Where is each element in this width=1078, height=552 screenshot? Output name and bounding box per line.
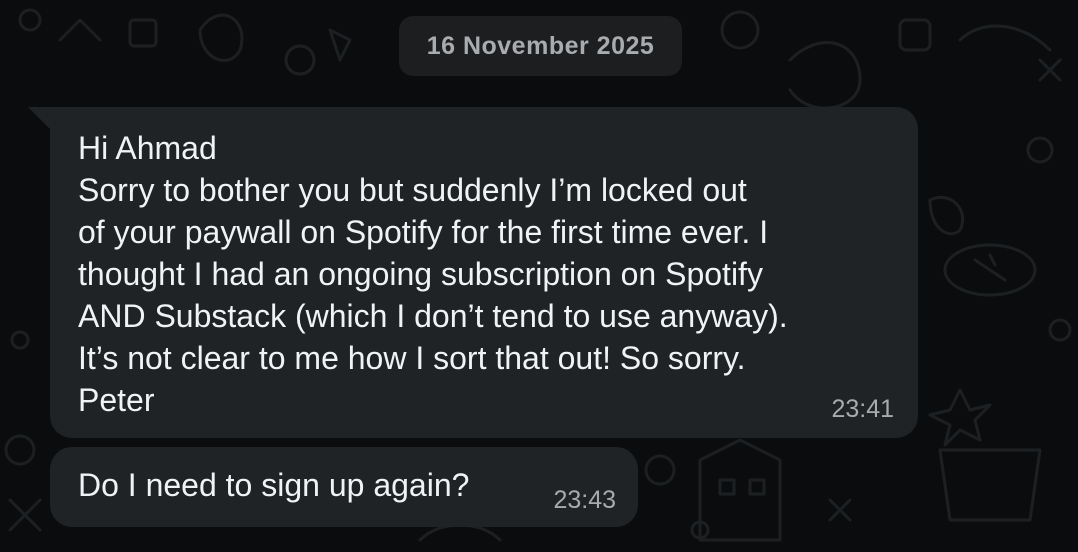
message-timestamp: 23:41: [831, 395, 894, 423]
date-separator: 16 November 2025: [399, 16, 682, 76]
message-bubble-tail: [28, 107, 52, 131]
incoming-message[interactable]: Do I need to sign up again? 23:43: [50, 447, 638, 527]
message-text: Hi Ahmad Sorry to bother you but suddenl…: [78, 130, 788, 418]
message-timestamp: 23:43: [553, 486, 616, 514]
incoming-message[interactable]: Hi Ahmad Sorry to bother you but suddenl…: [50, 107, 918, 438]
message-text: Do I need to sign up again?: [78, 467, 470, 503]
